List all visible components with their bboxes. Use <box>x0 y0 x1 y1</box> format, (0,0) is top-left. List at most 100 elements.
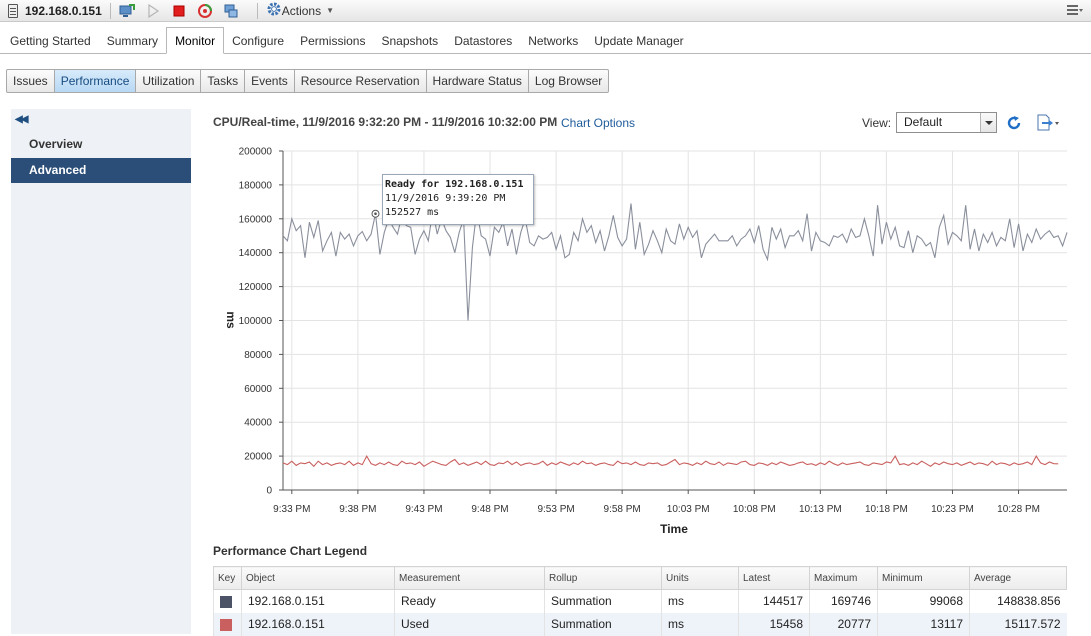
tab-networks[interactable]: Networks <box>520 29 586 53</box>
x-tick-label: 10:28 PM <box>997 504 1040 515</box>
legend-key <box>213 589 242 613</box>
legend-latest: 15458 <box>738 612 810 636</box>
legend-measurement: Ready <box>394 589 545 613</box>
view-label: View: <box>862 116 892 130</box>
x-tick-label: 9:48 PM <box>471 504 508 515</box>
y-tick-label: 20000 <box>244 452 272 463</box>
subtab-log-browser[interactable]: Log Browser <box>529 70 608 92</box>
tooltip-value: 152527 ms <box>385 207 440 218</box>
tab-monitor[interactable]: Monitor <box>166 27 225 54</box>
x-tick-label: 9:53 PM <box>537 504 574 515</box>
tab-permissions[interactable]: Permissions <box>292 29 373 53</box>
chart-options-link[interactable]: Chart Options <box>561 116 635 130</box>
top-toolbar: 192.168.0.151 Actions ▼ <box>0 0 1091 22</box>
vm-console-icon[interactable] <box>119 3 135 19</box>
export-icon[interactable] <box>1036 114 1060 132</box>
legend-measurement: Used <box>394 612 545 636</box>
host-icon <box>8 3 18 18</box>
x-tick-label: 10:23 PM <box>931 504 974 515</box>
tab-getting-started[interactable]: Getting Started <box>2 29 99 53</box>
legend-latest: 144517 <box>738 589 810 613</box>
column-header[interactable]: Object <box>241 566 395 590</box>
migrate-icon[interactable] <box>223 3 239 19</box>
x-tick-label: 10:03 PM <box>667 504 710 515</box>
hover-point-dot <box>374 212 377 216</box>
subtab-tasks[interactable]: Tasks <box>201 70 246 92</box>
x-tick-label: 9:43 PM <box>405 504 442 515</box>
y-tick-label: 0 <box>266 486 272 497</box>
subtab-resource-reservation[interactable]: Resource Reservation <box>295 70 427 92</box>
nav-item-overview[interactable]: Overview <box>11 132 191 157</box>
y-tick-label: 100000 <box>239 316 273 327</box>
series-line-used[interactable] <box>282 454 1059 468</box>
table-row[interactable]: 192.168.0.151 Used Summation ms 15458 20… <box>213 612 1067 636</box>
column-header[interactable]: Latest <box>738 566 810 590</box>
host-title: 192.168.0.151 <box>25 3 102 18</box>
legend-key-swatch <box>220 618 232 631</box>
tab-update-manager[interactable]: Update Manager <box>586 29 691 53</box>
subtab-issues[interactable]: Issues <box>7 70 55 92</box>
sub-tabs: Issues Performance Utilization Tasks Events R… <box>6 69 610 93</box>
x-tick-label: 10:13 PM <box>799 504 842 515</box>
tab-summary[interactable]: Summary <box>99 29 166 53</box>
actions-menu-button[interactable]: Actions ▼ <box>266 1 334 20</box>
tab-snapshots[interactable]: Snapshots <box>373 29 446 53</box>
y-tick-label: 160000 <box>239 214 273 225</box>
legend-key <box>213 612 242 636</box>
table-row[interactable]: 192.168.0.151 Ready Summation ms 144517 … <box>213 589 1067 613</box>
cpu-performance-chart: 0 20000 40000 60000 80000 100000 120000 140000 1… <box>224 147 1068 536</box>
column-header[interactable]: Average <box>969 566 1067 590</box>
y-tick-label: 200000 <box>239 147 273 158</box>
actions-label: Actions <box>281 3 322 18</box>
legend-minimum: 99068 <box>877 589 970 613</box>
x-tick-label: 10:18 PM <box>865 504 908 515</box>
column-header[interactable]: Key <box>213 566 242 590</box>
tooltip-title: Ready for 192.168.0.151 <box>385 179 524 190</box>
legend-maximum: 169746 <box>809 589 878 613</box>
x-tick-label: 9:33 PM <box>273 504 310 515</box>
y-tick-label: 60000 <box>244 384 272 395</box>
power-on-icon[interactable] <box>145 3 161 19</box>
menu-icon[interactable] <box>1067 4 1083 16</box>
toolbar-divider <box>256 2 258 19</box>
column-header[interactable]: Maximum <box>809 566 878 590</box>
refresh-icon[interactable] <box>1006 115 1022 131</box>
tab-configure[interactable]: Configure <box>224 29 292 53</box>
y-tick-label: 180000 <box>239 180 273 191</box>
tab-datastores[interactable]: Datastores <box>446 29 520 53</box>
side-nav: ◀◀ Overview Advanced <box>11 109 191 634</box>
power-off-icon[interactable] <box>171 3 187 19</box>
legend-rollup: Summation <box>544 589 662 613</box>
legend-units: ms <box>661 589 739 613</box>
column-header[interactable]: Rollup <box>544 566 662 590</box>
chart-title: CPU/Real-time, 11/9/2016 9:32:20 PM - 11… <box>213 115 558 129</box>
column-header[interactable]: Units <box>661 566 739 590</box>
x-axis-label: Time <box>660 522 688 536</box>
legend-minimum: 13117 <box>877 612 970 636</box>
legend-average: 15117.572 <box>969 612 1067 636</box>
legend-key-swatch <box>220 596 232 609</box>
chart-tooltip: Ready for 192.168.0.151 11/9/2016 9:39:2… <box>382 174 534 225</box>
restart-icon[interactable] <box>197 3 213 19</box>
y-tick-label: 140000 <box>239 248 273 259</box>
legend-average: 148838.856 <box>969 589 1067 613</box>
legend-title: Performance Chart Legend <box>213 544 368 558</box>
x-tick-label: 9:38 PM <box>339 504 376 515</box>
subtab-performance[interactable]: Performance <box>54 70 137 92</box>
column-header[interactable]: Minimum <box>877 566 970 590</box>
subtab-utilization[interactable]: Utilization <box>136 70 202 92</box>
subtab-events[interactable]: Events <box>245 70 295 92</box>
subtab-hardware-status[interactable]: Hardware Status <box>427 70 529 92</box>
collapse-icon[interactable]: ◀◀ <box>15 114 28 125</box>
view-select[interactable]: Default <box>896 112 997 133</box>
toolbar-divider <box>109 2 111 19</box>
y-axis-label: ms <box>224 311 238 329</box>
view-select-value: Default <box>904 115 943 129</box>
legend-rollup: Summation <box>544 612 662 636</box>
legend-header-row: Key Object Measurement Rollup Units Late… <box>213 566 1067 590</box>
legend-object: 192.168.0.151 <box>241 612 395 636</box>
nav-item-advanced[interactable]: Advanced <box>11 158 191 183</box>
legend-table: Key Object Measurement Rollup Units Late… <box>213 566 1067 636</box>
tooltip-time: 11/9/2016 9:39:20 PM <box>385 193 506 204</box>
column-header[interactable]: Measurement <box>394 566 545 590</box>
